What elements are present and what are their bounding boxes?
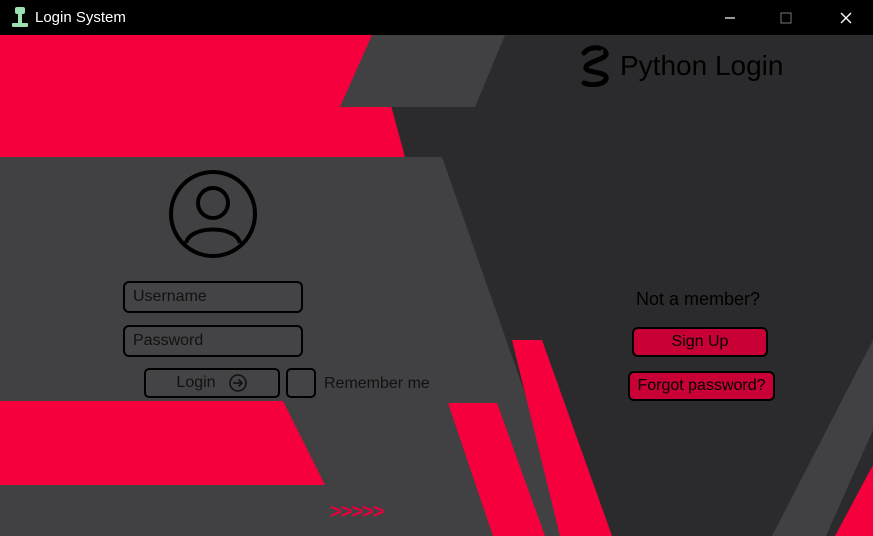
login-button-label: Login bbox=[176, 374, 216, 391]
minimize-button[interactable] bbox=[707, 0, 753, 35]
user-avatar-icon bbox=[169, 170, 257, 258]
close-icon bbox=[840, 12, 852, 23]
remember-me-label: Remember me bbox=[324, 375, 430, 392]
forgot-password-label: Forgot password? bbox=[637, 377, 766, 394]
login-window: Login System Python Login Username Login… bbox=[0, 0, 873, 536]
window-title: Login System bbox=[35, 9, 126, 26]
python-app-icon bbox=[12, 7, 28, 27]
brand-name: Python Login bbox=[620, 50, 784, 81]
username-input[interactable] bbox=[123, 281, 303, 313]
not-member-text: Not a member? bbox=[636, 289, 761, 309]
decorative-arrows: >>>>> bbox=[330, 501, 384, 523]
close-button[interactable] bbox=[823, 0, 869, 35]
forgot-password-button[interactable]: Forgot password? bbox=[628, 371, 775, 401]
title-bar[interactable]: Login System bbox=[0, 0, 873, 35]
maximize-icon bbox=[780, 12, 792, 23]
sign-in-arrow-icon bbox=[228, 374, 247, 392]
brand-logo: Python Login bbox=[578, 45, 783, 87]
remember-me-checkbox[interactable] bbox=[286, 368, 316, 398]
login-button[interactable]: Login bbox=[144, 368, 280, 398]
sign-up-button[interactable]: Sign Up bbox=[632, 327, 768, 357]
password-input[interactable] bbox=[123, 325, 303, 357]
sign-up-label: Sign Up bbox=[671, 333, 729, 350]
python-snake-icon bbox=[581, 45, 609, 87]
maximize-button[interactable] bbox=[763, 0, 809, 35]
minimize-icon bbox=[725, 16, 735, 19]
client-area: Python Login Login Remember me >>>>> Not… bbox=[0, 35, 873, 536]
